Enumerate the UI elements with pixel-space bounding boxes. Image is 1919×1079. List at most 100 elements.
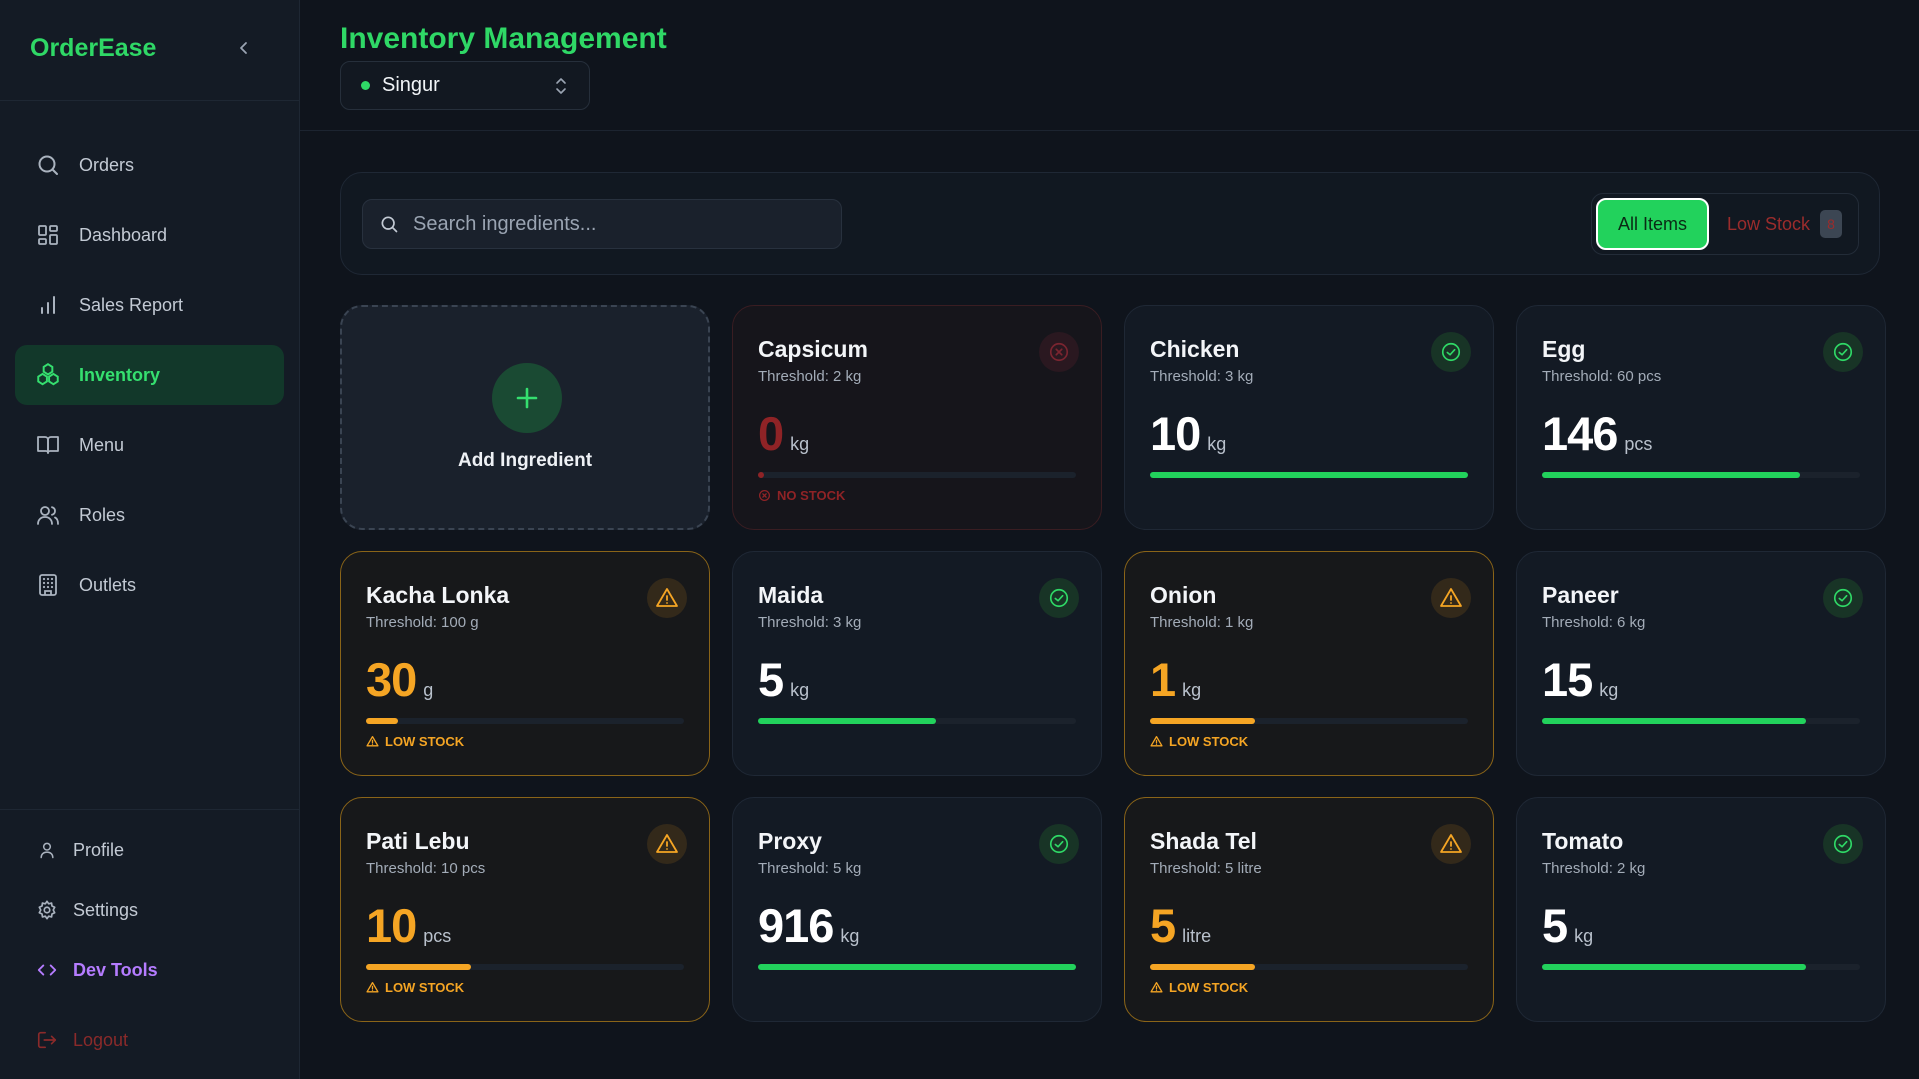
ingredient-name: Tomato (1542, 828, 1624, 854)
quantity-value: 5 (1150, 899, 1176, 952)
ingredient-card[interactable]: Proxy Threshold: 5 kg 916 kg (732, 797, 1102, 1022)
outlet-select[interactable]: Singur (340, 61, 590, 110)
ingredient-card[interactable]: Shada Tel Threshold: 5 litre 5 litre LOW STO… (1124, 797, 1494, 1022)
low-stock-label: LOW STOCK (366, 980, 464, 995)
quantity-value: 15 (1542, 653, 1593, 706)
warning-icon (647, 578, 687, 618)
quantity-value: 10 (366, 899, 417, 952)
ingredient-quantity: 146 pcs (1542, 406, 1652, 461)
check-circle-icon (1823, 578, 1863, 618)
check-circle-icon (1823, 824, 1863, 864)
ingredient-name: Capsicum (758, 336, 868, 362)
status-dot (361, 81, 370, 90)
ingredient-card[interactable]: Onion Threshold: 1 kg 1 kg LOW STOCK (1124, 551, 1494, 776)
logout-icon (35, 1028, 59, 1052)
sidebar-item-label: Dev Tools (73, 959, 158, 980)
warning-icon (366, 735, 385, 748)
sidebar-item-dashboard[interactable]: Dashboard (15, 205, 284, 265)
logout-button[interactable]: Logout (15, 1010, 284, 1070)
ingredient-threshold: Threshold: 1 kg (1150, 614, 1254, 631)
stock-level-fill (1542, 472, 1800, 478)
no-stock-label: NO STOCK (758, 488, 845, 503)
sidebar-item-dev-tools[interactable]: Dev Tools (15, 940, 284, 1000)
ingredient-name: Chicken (1150, 336, 1240, 362)
no-stock-text: NO STOCK (777, 488, 846, 503)
filter-low-stock-label: Low Stock (1726, 213, 1810, 234)
ingredient-card[interactable]: Capsicum Threshold: 2 kg 0 kg NO STOCK (732, 305, 1102, 530)
brand-logo[interactable]: OrderEase (30, 34, 156, 63)
search-box[interactable] (362, 199, 842, 249)
filter-low-stock-button[interactable]: Low Stock 8 (1709, 198, 1854, 250)
ingredient-threshold: Threshold: 5 kg (758, 860, 862, 877)
low-stock-label: LOW STOCK (1150, 980, 1248, 995)
quantity-unit: kg (1574, 926, 1594, 946)
warning-icon (366, 981, 385, 994)
sidebar-item-settings[interactable]: Settings (15, 880, 284, 940)
stock-level-fill (758, 718, 936, 724)
quantity-value: 916 (758, 899, 834, 952)
sidebar-item-profile[interactable]: Profile (15, 820, 284, 880)
low-stock-text: LOW STOCK (1169, 980, 1249, 995)
sidebar-item-menu[interactable]: Menu (15, 415, 284, 475)
sidebar-item-inventory[interactable]: Inventory (15, 345, 284, 405)
stock-level-bar (758, 964, 1076, 970)
ingredient-name: Proxy (758, 828, 822, 854)
ingredient-quantity: 5 kg (1542, 898, 1593, 953)
book-icon (35, 432, 61, 458)
quantity-unit: kg (1207, 434, 1227, 454)
ingredient-threshold: Threshold: 6 kg (1542, 614, 1646, 631)
sidebar-nav: Orders Dashboard Sales Report Inventory … (15, 135, 284, 625)
quantity-unit: pcs (423, 926, 452, 946)
ingredient-card[interactable]: Paneer Threshold: 6 kg 15 kg (1516, 551, 1886, 776)
stock-level-fill (758, 964, 1076, 970)
stock-level-fill (366, 718, 398, 724)
filter-all-items-button[interactable]: All Items (1595, 198, 1709, 250)
ingredient-card[interactable]: Pati Lebu Threshold: 10 pcs 10 pcs LOW STOCK (340, 797, 710, 1022)
ingredient-card[interactable]: Chicken Threshold: 3 kg 10 kg (1124, 305, 1494, 530)
check-circle-icon (1823, 332, 1863, 372)
stock-level-bar (758, 472, 1076, 478)
ingredient-name: Paneer (1542, 582, 1619, 608)
bar-chart-icon (35, 292, 61, 318)
search-icon (379, 214, 399, 234)
ingredient-threshold: Threshold: 10 pcs (366, 860, 486, 877)
quantity-unit: kg (840, 926, 860, 946)
stock-level-bar (366, 718, 684, 724)
ingredient-quantity: 1 kg (1150, 652, 1201, 707)
quantity-value: 5 (758, 653, 784, 706)
ingredient-card[interactable]: Tomato Threshold: 2 kg 5 kg (1516, 797, 1886, 1022)
stock-level-fill (1542, 964, 1806, 970)
sidebar-item-roles[interactable]: Roles (15, 485, 284, 545)
ingredient-threshold: Threshold: 3 kg (1150, 368, 1254, 385)
stock-level-fill (1150, 964, 1255, 970)
search-input[interactable] (413, 212, 833, 236)
quantity-value: 5 (1542, 899, 1568, 952)
low-stock-count-badge: 8 (1820, 210, 1842, 238)
ingredient-card[interactable]: Kacha Lonka Threshold: 100 g 30 g LOW STOCK (340, 551, 710, 776)
add-ingredient-card[interactable]: Add Ingredient (340, 305, 710, 530)
low-stock-text: LOW STOCK (1169, 734, 1249, 749)
main-content: Inventory Management Singur All Items Lo… (300, 0, 1919, 1079)
search-icon (35, 152, 61, 178)
ingredient-threshold: Threshold: 5 litre (1150, 860, 1262, 877)
ingredient-name: Egg (1542, 336, 1586, 362)
collapse-sidebar-button[interactable] (232, 36, 256, 60)
quantity-value: 10 (1150, 407, 1201, 460)
sidebar-item-orders[interactable]: Orders (15, 135, 284, 195)
ingredient-quantity: 10 kg (1150, 406, 1226, 461)
warning-icon (1431, 824, 1471, 864)
stock-level-bar (1542, 472, 1860, 478)
page-title: Inventory Management (340, 22, 667, 55)
sidebar-item-label: Profile (73, 839, 125, 860)
ingredient-name: Onion (1150, 582, 1217, 608)
dashboard-icon (35, 222, 61, 248)
warning-icon (1431, 578, 1471, 618)
quantity-value: 30 (366, 653, 417, 706)
stock-level-fill (1150, 718, 1255, 724)
code-icon (35, 958, 59, 982)
ingredient-card[interactable]: Egg Threshold: 60 pcs 146 pcs (1516, 305, 1886, 530)
sidebar-item-sales-report[interactable]: Sales Report (15, 275, 284, 335)
building-icon (35, 572, 61, 598)
sidebar-item-outlets[interactable]: Outlets (15, 555, 284, 615)
ingredient-card[interactable]: Maida Threshold: 3 kg 5 kg (732, 551, 1102, 776)
